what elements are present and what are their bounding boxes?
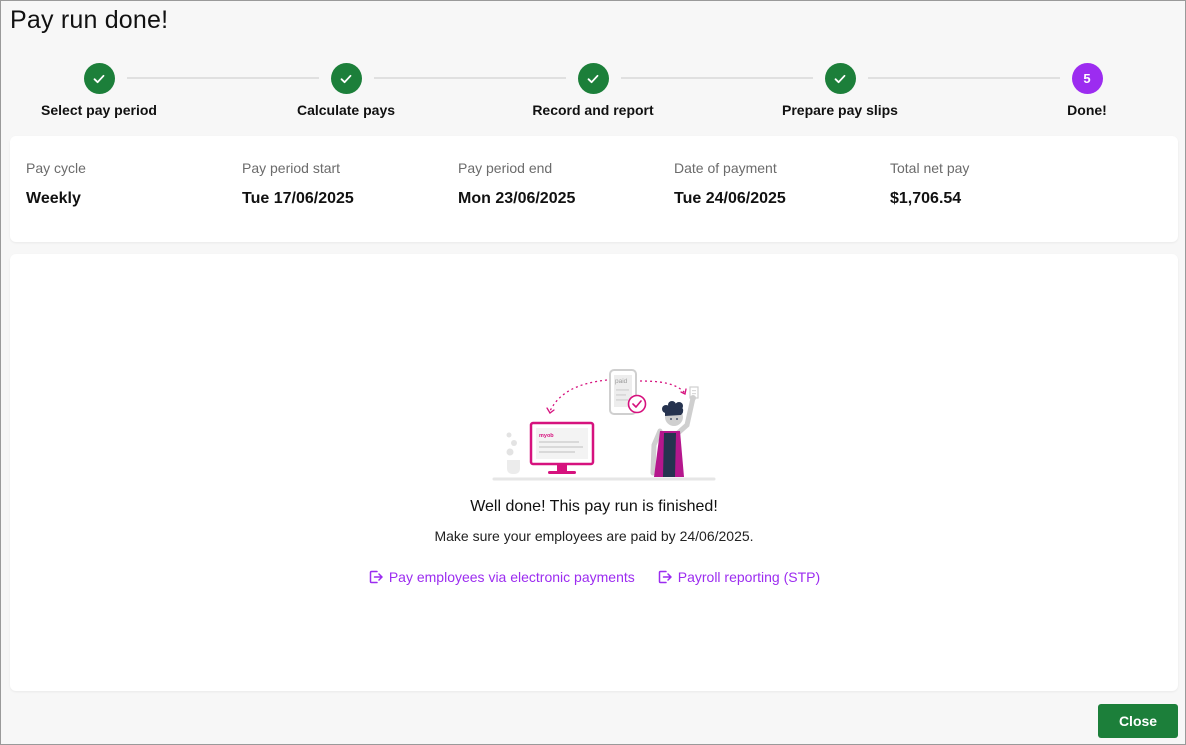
step-done: 5 Done! [997,63,1177,118]
export-icon [369,570,383,584]
electronic-payments-link[interactable]: Pay employees via electronic payments [368,569,635,585]
summary-pay-cycle: Pay cycle Weekly [26,160,86,208]
step-prepare-pay-slips: Prepare pay slips [750,63,930,118]
summary-payment-date: Date of payment Tue 24/06/2025 [674,160,786,208]
step-label: Calculate pays [296,102,396,118]
step-complete-badge [83,63,115,94]
summary-label: Total net pay [890,160,970,176]
completion-panel: myob paid Well done! This pay run is fin… [10,254,1178,691]
pay-run-summary: Pay cycle Weekly Pay period start Tue 17… [10,136,1178,242]
export-icon [658,570,672,584]
summary-value: Tue 17/06/2025 [242,190,354,207]
payment-reminder-text: Make sure your employees are paid by 24/… [434,528,754,544]
summary-label: Pay period end [458,160,553,176]
step-label: Prepare pay slips [782,102,898,118]
page-title: Pay run done! [10,6,169,34]
summary-period-end: Pay period end Mon 23/06/2025 [458,160,575,208]
check-icon [93,74,105,83]
check-icon [340,74,352,83]
completion-headline: Well done! This pay run is finished! [470,498,718,515]
summary-label: Pay period start [242,160,341,176]
step-label: Done! [1067,102,1107,118]
step-complete-badge [824,63,856,94]
step-select-pay-period: Select pay period [9,63,189,118]
screen-brand-text: myob [539,433,554,439]
summary-value: $1,706.54 [890,190,962,207]
link-label: Pay employees via electronic payments [388,569,635,585]
close-button[interactable]: Close [1098,704,1178,738]
step-record-and-report: Record and report [503,63,683,118]
step-complete-badge [330,63,362,94]
stp-reporting-link[interactable]: Payroll reporting (STP) [657,569,820,585]
summary-label: Date of payment [674,160,777,176]
step-calculate-pays: Calculate pays [256,63,436,118]
summary-value: Tue 24/06/2025 [674,190,786,207]
step-label: Select pay period [41,102,157,118]
step-label: Record and report [532,102,654,118]
check-icon [587,74,599,83]
next-step-links: Pay employees via electronic payments Pa… [10,569,1178,585]
pay-run-complete-illustration: myob paid [492,369,716,481]
summary-total-net-pay: Total net pay $1,706.54 [890,160,969,208]
step-number-badge: 5 [1071,63,1103,94]
summary-value: Weekly [26,190,81,207]
progress-stepper: Select pay period Calculate pays Record … [1,63,1186,123]
summary-period-start: Pay period start Tue 17/06/2025 [242,160,354,208]
summary-value: Mon 23/06/2025 [458,190,576,207]
pay-run-dialog: Pay run done! Select pay period Calculat… [0,0,1186,745]
link-label: Payroll reporting (STP) [677,569,821,585]
phone-paid-text: paid [615,378,628,385]
step-complete-badge [577,63,609,94]
check-icon [834,74,846,83]
summary-label: Pay cycle [26,160,86,176]
